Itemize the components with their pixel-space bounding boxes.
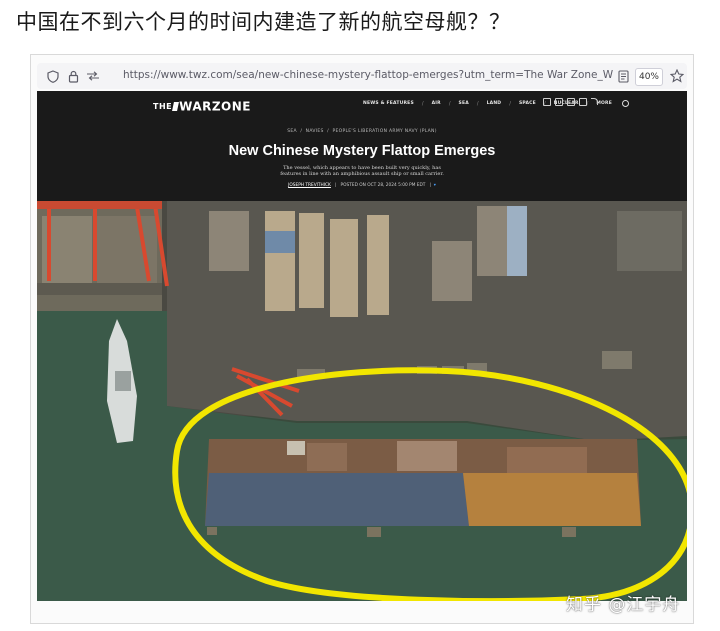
question-title: 中国在不到六个月的时间内建造了新的航空母舰？？	[16, 10, 511, 34]
nav-item[interactable]: MORE	[596, 101, 612, 106]
site-header: THE WARZONE NEWS & FEATURES / AIR / SEA / LA…	[37, 91, 687, 201]
webpage: THE WARZONE NEWS & FEATURES / AIR / SEA / LA…	[37, 91, 687, 601]
rss-icon[interactable]	[591, 98, 598, 105]
nav-item[interactable]: LAND	[487, 101, 502, 106]
article-dek: The vessel, which appears to have been b…	[280, 165, 444, 177]
x-icon[interactable]	[555, 98, 563, 106]
facebook-icon[interactable]	[543, 98, 551, 106]
share-icon[interactable]: ▾	[434, 183, 436, 188]
search-icon[interactable]	[621, 100, 629, 107]
youtube-icon[interactable]	[567, 98, 575, 106]
breadcrumb-item[interactable]: SEA	[287, 129, 297, 134]
lock-icon[interactable]	[65, 68, 81, 84]
screenshot-frame: https://www.twz.com/sea/new-chinese-myst…	[30, 54, 694, 624]
bookmark-star-icon[interactable]	[669, 68, 685, 84]
byline: JOSEPH TREVITHICK | POSTED ON OCT 28, 20…	[288, 183, 436, 188]
nav-item[interactable]: SEA	[459, 101, 469, 106]
zoom-level[interactable]: 40%	[635, 68, 663, 86]
zhihu-watermark: 知乎 @江宇舟	[566, 595, 681, 615]
breadcrumb: SEA / NAVIES / PEOPLE'S LIBERATION ARMY …	[287, 129, 437, 134]
tracking-icon[interactable]	[85, 68, 101, 84]
url-text[interactable]: https://www.twz.com/sea/new-chinese-myst…	[123, 69, 613, 85]
satellite-image	[37, 201, 687, 601]
nav-item[interactable]: NEWS & FEATURES	[363, 101, 414, 106]
breadcrumb-item[interactable]: NAVIES	[306, 129, 324, 134]
address-bar[interactable]: https://www.twz.com/sea/new-chinese-myst…	[37, 63, 687, 89]
shield-icon[interactable]	[45, 68, 61, 84]
author-link[interactable]: JOSEPH TREVITHICK	[288, 183, 331, 188]
article-title: New Chinese Mystery Flattop Emerges	[228, 143, 496, 159]
nav-item[interactable]: SPACE	[519, 101, 536, 106]
posted-date: POSTED ON OCT 28, 2024 5:00 PM EDT	[340, 183, 426, 188]
site-logo[interactable]: THE WARZONE	[153, 96, 251, 115]
breadcrumb-item[interactable]: PEOPLE'S LIBERATION ARMY NAVY (PLAN)	[332, 129, 436, 134]
reader-view-icon[interactable]	[615, 68, 631, 84]
social-icons	[543, 98, 598, 106]
instagram-icon[interactable]	[579, 98, 587, 106]
nav-item[interactable]: AIR	[432, 101, 441, 106]
